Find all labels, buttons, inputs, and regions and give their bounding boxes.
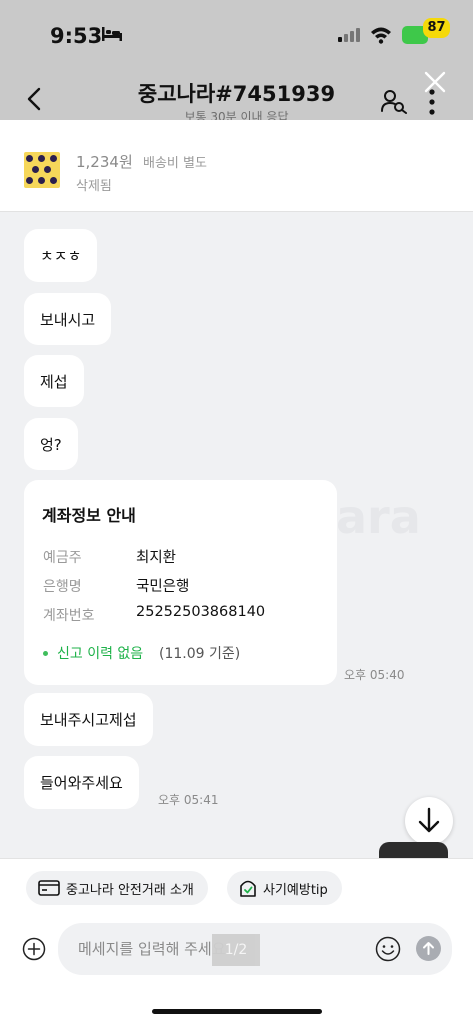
bank-name-label: 은행명 [43, 579, 82, 595]
status-bar: 9:53 87 [0, 0, 473, 62]
account-number-label: 계좌번호 [43, 608, 95, 624]
message-bubble: 제섭 [24, 355, 84, 407]
send-button[interactable] [416, 936, 441, 961]
status-dot [43, 651, 48, 656]
chip-label: 사기예방tip [263, 882, 328, 898]
report-status: 신고 이력 없음 [57, 646, 144, 662]
scroll-to-bottom-button[interactable] [405, 797, 453, 845]
attach-plus-icon[interactable] [22, 937, 46, 961]
message-text: 들어와주세요 [40, 774, 123, 792]
sleep-focus-icon [102, 27, 122, 41]
bank-name-value: 국민은행 [136, 579, 190, 595]
watermark: ara [336, 490, 421, 544]
status-time: 9:53 [50, 24, 103, 48]
arrow-up-icon [423, 942, 434, 955]
card-title: 계좌정보 안내 [42, 506, 136, 525]
product-status: 삭제됨 [76, 179, 112, 194]
page-indicator: 1/2 [212, 934, 260, 966]
chip-label: 중고나라 안전거래 소개 [66, 882, 194, 898]
message-text: 보내주시고제섭 [40, 711, 137, 729]
product-thumbnail [24, 152, 60, 188]
message-text: 보내시고 [40, 310, 96, 329]
battery-level: 87 [423, 18, 450, 38]
chat-header: 중고나라#7451939 보통 30분 이내 응답 [0, 62, 473, 124]
product-price: 1,234원 [76, 153, 133, 171]
composer-area: 중고나라 안전거래 소개 사기예방tip 1/2 [0, 858, 473, 1024]
message-text: 엉? [40, 435, 62, 454]
shield-icon [240, 880, 256, 897]
message-time: 오후 05:41 [158, 793, 219, 807]
fraud-prevention-chip[interactable]: 사기예방tip [227, 871, 342, 905]
wifi-icon [371, 27, 391, 44]
message-bubble: ㅊㅈㅎ [24, 229, 98, 282]
message-bubble: 보내시고 [24, 293, 112, 345]
message-bubble: 보내주시고제섭 [24, 693, 153, 746]
message-bubble: 들어와주세요 [24, 756, 139, 809]
card-icon [38, 880, 60, 896]
account-number-value: 25252503868140 [136, 604, 266, 620]
home-indicator [152, 1009, 322, 1014]
user-search-icon[interactable] [380, 88, 408, 114]
account-holder-value: 최지환 [136, 550, 177, 566]
close-icon[interactable] [423, 70, 447, 94]
emoji-icon[interactable] [375, 936, 401, 962]
message-text: 제섭 [40, 372, 68, 391]
shipping-note: 배송비 별도 [143, 156, 207, 171]
arrow-down-icon [418, 807, 440, 833]
account-holder-label: 예금주 [43, 550, 82, 566]
message-text: ㅊㅈㅎ [40, 247, 82, 265]
message-time: 오후 05:40 [344, 668, 405, 682]
report-date: (11.09 기준) [159, 646, 241, 662]
product-summary[interactable]: 1,234원 배송비 별도 삭제됨 [0, 120, 473, 212]
safe-trade-intro-chip[interactable]: 중고나라 안전거래 소개 [26, 871, 208, 905]
message-bubble: 엉? [24, 418, 78, 470]
cellular-signal-icon [338, 28, 362, 42]
account-info-card: 계좌정보 안내 예금주 최지환 은행명 국민은행 계좌번호 2525250386… [24, 480, 337, 685]
